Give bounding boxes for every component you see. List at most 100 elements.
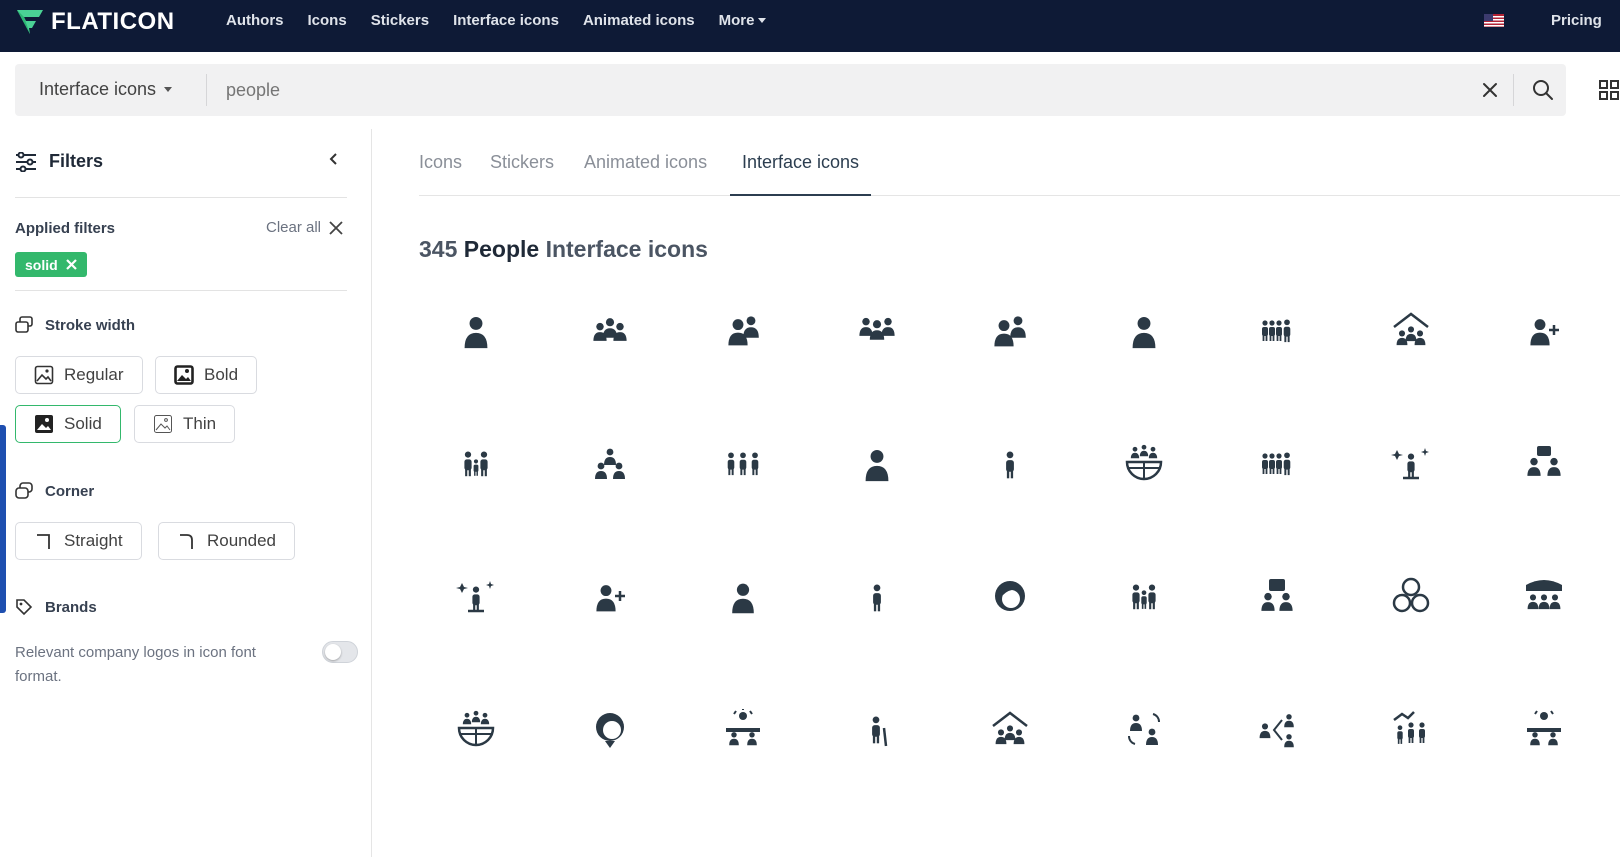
resource-tabs: Icons Stickers Animated icons Interface … [419, 146, 1620, 196]
stroke-thin-option[interactable]: Thin [134, 405, 236, 443]
icon-result[interactable] [1504, 290, 1584, 370]
search-icon[interactable] [1531, 78, 1555, 102]
stroke-width-header: Stroke width [15, 316, 135, 334]
icon-result[interactable] [1371, 290, 1451, 370]
queue-icon [1262, 319, 1291, 343]
tab-interface-icons[interactable]: Interface icons [730, 146, 872, 196]
stroke-bold-option[interactable]: Bold [155, 356, 258, 394]
tab-stickers[interactable]: Stickers [490, 146, 554, 196]
icon-result[interactable] [970, 556, 1050, 636]
child-icon [1006, 451, 1014, 479]
main-nav: Authors Icons Stickers Interface icons A… [226, 12, 767, 29]
tag-icon [16, 599, 33, 616]
icon-result[interactable] [970, 689, 1050, 769]
close-icon[interactable] [1478, 78, 1502, 102]
grid-view-icon[interactable] [1599, 80, 1619, 100]
nav-stickers[interactable]: Stickers [371, 12, 429, 29]
nav-authors[interactable]: Authors [226, 12, 284, 29]
boy-face-icon [595, 713, 624, 748]
icon-result[interactable] [837, 556, 917, 636]
woman-icon [995, 581, 1025, 611]
flaticon-logo[interactable]: FLATICON [15, 8, 175, 36]
home-community-icon [992, 711, 1028, 745]
logo-text: FLATICON [51, 8, 175, 35]
user-simple-icon [732, 583, 754, 614]
nav-animated-icons[interactable]: Animated icons [583, 12, 695, 29]
nav-pricing[interactable]: Pricing [1551, 12, 1602, 29]
icon-result[interactable] [703, 423, 783, 503]
icon-result[interactable] [570, 689, 650, 769]
icon-result[interactable] [703, 689, 783, 769]
icon-result[interactable] [1504, 689, 1584, 769]
flaticon-logo-icon [17, 10, 43, 34]
tab-animated-icons[interactable]: Animated icons [584, 146, 707, 196]
clear-all-button[interactable]: Clear all [266, 219, 343, 236]
icon-result[interactable] [1371, 689, 1451, 769]
house-people-icon [1392, 312, 1429, 346]
user-add-icon [1530, 319, 1559, 346]
icon-result[interactable] [1504, 556, 1584, 636]
icon-result[interactable] [1104, 423, 1184, 503]
stroke-icon [15, 316, 33, 333]
icon-result[interactable] [1237, 290, 1317, 370]
filters-header: Filters [15, 151, 103, 172]
divider [15, 197, 347, 198]
icon-result[interactable] [436, 556, 516, 636]
icon-result[interactable] [570, 290, 650, 370]
filters-title: Filters [49, 151, 104, 171]
icon-result[interactable] [1237, 556, 1317, 636]
applied-filters-label: Applied filters [15, 220, 116, 237]
search-input[interactable] [226, 76, 1226, 104]
brands-toggle[interactable] [322, 641, 358, 663]
icon-result[interactable] [1504, 423, 1584, 503]
presentation-icon [726, 709, 760, 746]
tab-icons[interactable]: Icons [419, 146, 462, 196]
icon-result[interactable] [1104, 556, 1184, 636]
corner-straight-option[interactable]: Straight [15, 522, 142, 560]
nav-label: Icons [307, 12, 347, 29]
icon-result[interactable] [1237, 689, 1317, 769]
nav-more[interactable]: More [719, 12, 767, 29]
icon-result[interactable] [1371, 423, 1451, 503]
icon-result[interactable] [837, 423, 917, 503]
stroke-regular-option[interactable]: Regular [15, 356, 143, 394]
queue-alt-icon [1262, 452, 1291, 476]
icon-result[interactable] [837, 689, 917, 769]
feedback-side-tab[interactable] [0, 425, 6, 613]
icon-result[interactable] [1371, 556, 1451, 636]
stroke-solid-option[interactable]: Solid [15, 405, 121, 443]
family-icon [464, 451, 488, 477]
results-keyword: People [463, 236, 540, 262]
nav-label: Interface icons [453, 12, 559, 29]
icon-result[interactable] [970, 290, 1050, 370]
search-type-dropdown[interactable]: Interface icons [39, 79, 173, 100]
icon-result[interactable] [970, 423, 1050, 503]
icon-result[interactable] [436, 423, 516, 503]
us-flag-icon[interactable] [1484, 14, 1504, 27]
meeting-icon [1527, 446, 1561, 476]
applied-filter-chip[interactable]: solid [15, 252, 87, 277]
clear-all-label: Clear all [266, 219, 322, 236]
results-title: 345 People Interface icons [419, 236, 708, 263]
option-label: Thin [183, 414, 217, 433]
search-type-label: Interface icons [39, 79, 157, 99]
audience-icon [1526, 580, 1562, 610]
icon-result[interactable] [1104, 290, 1184, 370]
image-thin-icon [154, 415, 172, 433]
nav-icons[interactable]: Icons [308, 12, 347, 29]
icon-result[interactable] [1237, 423, 1317, 503]
icon-result[interactable] [570, 423, 650, 503]
nav-label: Authors [226, 12, 284, 29]
icon-result[interactable] [570, 556, 650, 636]
corner-rounded-option[interactable]: Rounded [158, 522, 296, 560]
icon-result[interactable] [436, 290, 516, 370]
chevron-left-icon[interactable] [326, 151, 342, 167]
nav-interface-icons[interactable]: Interface icons [453, 12, 559, 29]
icon-result[interactable] [703, 290, 783, 370]
icon-result[interactable] [703, 556, 783, 636]
icon-result[interactable] [837, 290, 917, 370]
rounded-corner-icon [180, 534, 193, 549]
icon-result[interactable] [436, 689, 516, 769]
person-sparkle-alt-icon [456, 581, 494, 613]
icon-result[interactable] [1104, 689, 1184, 769]
